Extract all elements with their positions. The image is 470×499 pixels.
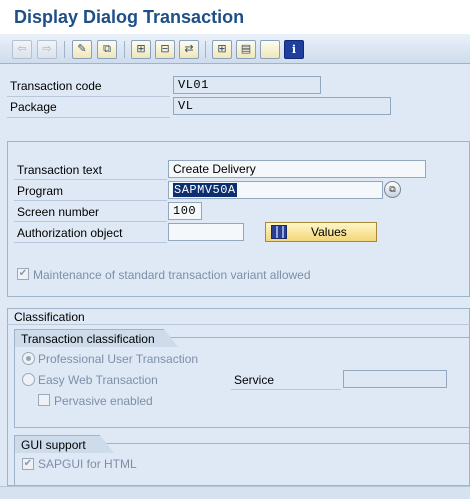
section-divider [7, 324, 470, 325]
transaction-classification-title: Transaction classification [14, 329, 178, 347]
print-icon[interactable]: ▤ [236, 40, 256, 59]
where-used-icon[interactable]: ⊟ [155, 40, 175, 59]
row-divider [14, 242, 167, 243]
row-divider [231, 389, 341, 390]
toolbar-separator [205, 41, 206, 58]
transaction-text-label: Transaction text [17, 163, 102, 177]
sapgui-html-checkbox[interactable]: ✔ [22, 458, 34, 470]
blank-icon[interactable] [260, 40, 280, 59]
tree-icon[interactable]: ⊞ [212, 40, 232, 59]
info-icon[interactable]: i [284, 40, 304, 59]
application-toolbar: ⇦ ⇨ ✎ ⧉ ⊞ ⊟ ⇄ ⊞ ▤ i [0, 34, 470, 64]
hierarchy-icon[interactable]: ⊞ [131, 40, 151, 59]
row-divider [7, 96, 170, 97]
title-bar: Display Dialog Transaction [0, 0, 470, 34]
classification-title: Classification [14, 310, 85, 324]
status-bar [0, 486, 470, 499]
easy-web-label: Easy Web Transaction [38, 373, 158, 387]
pervasive-checkbox[interactable] [38, 394, 50, 406]
sapgui-html-label: SAPGUI for HTML [38, 457, 137, 471]
forward-arrow-icon[interactable]: ⇨ [37, 40, 57, 59]
values-button-label: Values [311, 225, 347, 239]
program-value-selected: SAPMV50A [173, 183, 237, 197]
easy-web-radio[interactable] [22, 373, 35, 386]
professional-user-label: Professional User Transaction [38, 352, 199, 366]
package-label: Package [10, 100, 57, 114]
program-label: Program [17, 184, 64, 198]
values-icon [271, 225, 287, 239]
service-field[interactable] [343, 370, 447, 388]
row-divider [7, 117, 170, 118]
authorization-object-field[interactable] [168, 223, 244, 241]
maintenance-checkbox[interactable]: ✔ [17, 268, 29, 280]
program-field[interactable]: SAPMV50A [168, 181, 383, 199]
row-divider [14, 179, 167, 180]
service-label: Service [234, 373, 275, 387]
display-change-icon[interactable]: ✎ [72, 40, 92, 59]
toolbar-separator [124, 41, 125, 58]
professional-user-radio[interactable] [22, 352, 35, 365]
transaction-text-field[interactable]: Create Delivery [168, 160, 426, 178]
transaction-code-label: Transaction code [10, 79, 102, 93]
maintenance-label: Maintenance of standard transaction vari… [33, 268, 311, 282]
screen-number-field[interactable]: 100 [168, 202, 202, 220]
toolbar-separator [64, 41, 65, 58]
authorization-object-label: Authorization object [17, 226, 123, 240]
value-help-icon[interactable]: ⧉ [384, 181, 401, 198]
transaction-code-field[interactable]: VL01 [173, 76, 321, 94]
row-divider [14, 200, 167, 201]
screen-number-label: Screen number [17, 205, 100, 219]
other-object-icon[interactable]: ⧉ [97, 40, 117, 59]
pervasive-label: Pervasive enabled [54, 394, 153, 408]
row-divider [14, 221, 167, 222]
package-field[interactable]: VL [173, 97, 391, 115]
navigation-icon[interactable]: ⇄ [179, 40, 199, 59]
window-title: Display Dialog Transaction [14, 7, 245, 27]
gui-support-title: GUI support [14, 435, 114, 453]
back-arrow-icon[interactable]: ⇦ [12, 40, 32, 59]
values-button[interactable]: Values [265, 222, 377, 242]
